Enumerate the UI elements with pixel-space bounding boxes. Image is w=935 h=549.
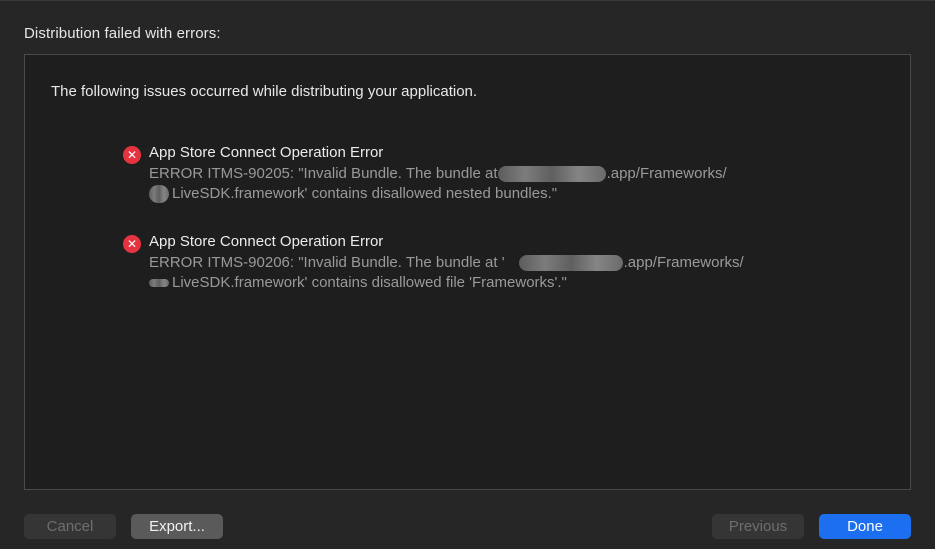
- error-circle-icon: ✕: [123, 146, 141, 164]
- issue-detail-text: ERROR ITMS-90206: "Invalid Bundle. The b…: [149, 254, 505, 271]
- error-circle-icon: ✕: [123, 235, 141, 253]
- issue-detail-text: LiveSDK.framework' contains disallowed f…: [172, 274, 567, 291]
- redacted-text: [149, 279, 169, 287]
- previous-button[interactable]: Previous: [712, 514, 804, 539]
- issue-title: App Store Connect Operation Error: [149, 233, 384, 250]
- distribution-error-dialog: Distribution failed with errors: The fol…: [0, 0, 935, 549]
- issue-detail-text: ERROR ITMS-90205: "Invalid Bundle. The b…: [149, 165, 498, 182]
- issue-detail: ERROR ITMS-90205: "Invalid Bundle. The b…: [149, 164, 727, 204]
- issue-detail-text: LiveSDK.framework' contains disallowed n…: [172, 185, 558, 202]
- done-button[interactable]: Done: [819, 514, 911, 539]
- redacted-text: [518, 255, 623, 272]
- cancel-button[interactable]: Cancel: [24, 514, 116, 539]
- issues-summary: The following issues occurred while dist…: [51, 83, 478, 100]
- export-button[interactable]: Export...: [131, 514, 223, 539]
- dialog-heading: Distribution failed with errors:: [24, 25, 221, 42]
- issue-detail-text: .app/Frameworks/: [623, 254, 744, 271]
- issue-detail: ERROR ITMS-90206: "Invalid Bundle. The b…: [149, 253, 744, 293]
- issue-detail-text: .app/Frameworks/: [606, 165, 727, 182]
- redacted-text: [497, 166, 606, 183]
- redacted-text: [149, 185, 169, 204]
- issues-panel: The following issues occurred while dist…: [24, 54, 911, 490]
- issue-title: App Store Connect Operation Error: [149, 144, 384, 161]
